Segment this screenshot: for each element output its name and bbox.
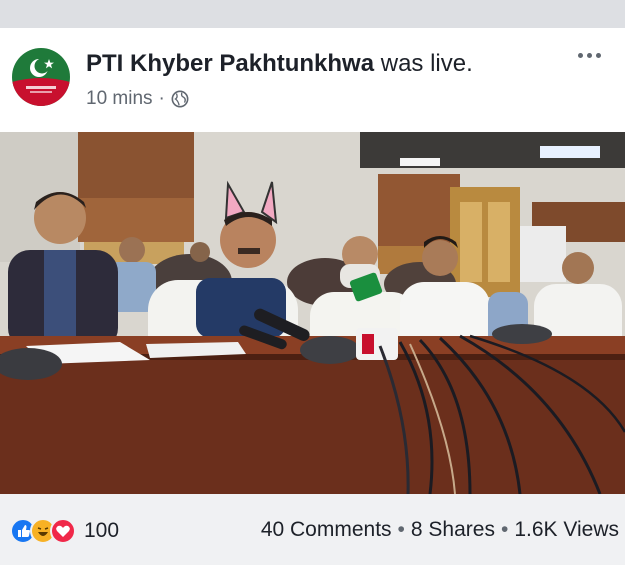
post-title: PTI Khyber Pakhtunkhwa was live. xyxy=(86,50,473,78)
more-options-button[interactable] xyxy=(578,46,612,64)
page-name-link[interactable]: PTI Khyber Pakhtunkhwa xyxy=(86,50,374,77)
reactions-count: 100 xyxy=(84,519,120,542)
shares-link[interactable]: 8 Shares xyxy=(411,518,495,541)
page-avatar[interactable] xyxy=(12,48,70,106)
meta-dot: · xyxy=(158,88,165,109)
top-strip xyxy=(0,0,625,28)
views-count: 1.6K Views xyxy=(514,518,619,541)
post-meta: 10 mins · xyxy=(86,88,189,110)
globe-icon xyxy=(171,90,189,108)
live-status-text: was live. xyxy=(380,50,473,77)
post-timestamp[interactable]: 10 mins xyxy=(86,88,153,110)
comments-link[interactable]: 40 Comments xyxy=(261,518,392,541)
post-header: PTI Khyber Pakhtunkhwa was live. 10 mins… xyxy=(0,28,625,132)
reactions-summary[interactable]: 100 xyxy=(10,518,119,544)
love-icon xyxy=(50,518,76,544)
press-conference-scene xyxy=(0,132,625,494)
post-card: PTI Khyber Pakhtunkhwa was live. 10 mins… xyxy=(0,28,625,565)
more-dots-icon xyxy=(578,52,583,58)
engagement-stats: 40 Comments • 8 Shares • 1.6K Views xyxy=(260,518,619,541)
post-footer: 100 40 Comments • 8 Shares • 1.6K Views xyxy=(0,494,625,565)
pti-logo-icon xyxy=(12,48,70,106)
live-video-frame[interactable] xyxy=(0,132,625,494)
